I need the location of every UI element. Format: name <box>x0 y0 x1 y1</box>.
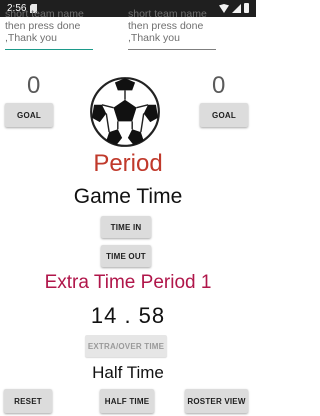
game-timer: 14 . 58 <box>90 303 166 328</box>
signal-icon <box>232 4 241 13</box>
right-team-score: 0 <box>212 72 226 99</box>
left-goal-button[interactable]: GOAL <box>5 103 53 127</box>
time-in-button[interactable]: TIME IN <box>101 216 151 238</box>
game-time-label: Game Time <box>73 185 183 208</box>
right-goal-button[interactable]: GOAL <box>200 103 248 127</box>
roster-view-button[interactable]: ROSTER VIEW <box>185 389 248 413</box>
battery-icon <box>244 3 249 13</box>
time-out-button[interactable]: TIME OUT <box>101 245 151 267</box>
soccer-ball-icon <box>90 77 160 147</box>
half-time-button[interactable]: HALF TIME <box>100 389 154 413</box>
period-title: Period <box>93 150 163 177</box>
right-team-name-input[interactable]: short team name then press done ,Thank y… <box>128 8 216 50</box>
left-team-score: 0 <box>27 72 41 99</box>
reset-button[interactable]: RESET <box>4 389 52 413</box>
app-screen: 2:56 short team name then press done ,Th… <box>0 0 256 416</box>
half-time-label: Half Time <box>92 363 164 382</box>
left-team-name-input[interactable]: short team name then press done ,Thank y… <box>5 8 93 50</box>
wifi-icon <box>219 4 229 13</box>
extra-over-time-button[interactable]: EXTRA/OVER TIME <box>85 335 167 357</box>
extra-time-period-label: Extra Time Period 1 <box>44 272 212 293</box>
